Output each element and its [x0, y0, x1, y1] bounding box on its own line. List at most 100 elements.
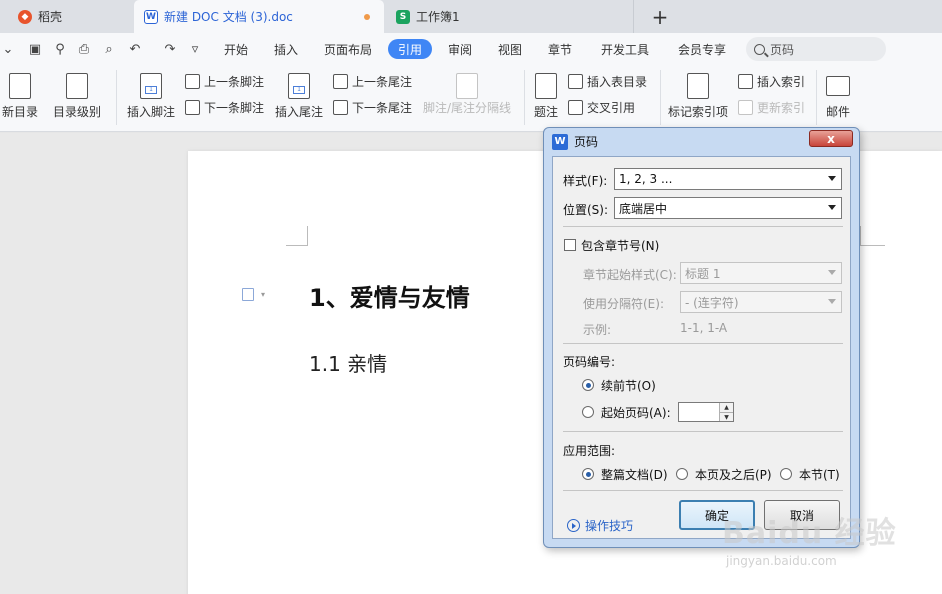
prev-endnote-button[interactable]: 上一条尾注 [333, 73, 412, 90]
heading-2[interactable]: 1.1 亲情 [309, 348, 387, 377]
spreadsheet-icon: S [396, 9, 410, 24]
mark-index-label: 标记索引项 [667, 105, 728, 119]
toc-level-button[interactable]: 目录级别 [48, 73, 106, 120]
undo-icon[interactable]: ↶ [127, 41, 143, 57]
insert-index-label: 插入索引 [757, 75, 806, 89]
chevron-down-icon [828, 270, 836, 275]
tab-bar: ◆ 稻壳 W 新建 DOC 文档 (3).doc S 工作簿1 + [0, 0, 942, 33]
print-preview-icon[interactable]: ⌕ [101, 41, 117, 57]
menu-home[interactable]: 开始 [224, 39, 248, 59]
menu-section[interactable]: 章节 [548, 39, 572, 59]
format-painter-icon[interactable]: ⚲ [52, 41, 68, 57]
redo-icon[interactable]: ↷ [162, 41, 178, 57]
toc-level-label: 目录级别 [52, 105, 101, 119]
cross-reference-button[interactable]: 交叉引用 [568, 99, 635, 116]
insert-figure-table-button[interactable]: 插入表目录 [568, 73, 647, 90]
mark-index-button[interactable]: 标记索引项 [666, 73, 730, 120]
position-select[interactable]: 底端居中 [614, 197, 842, 219]
scope-section-label[interactable]: 本节(T) [799, 466, 840, 483]
ribbon-divider [660, 70, 661, 125]
scope-after-radio[interactable] [676, 468, 688, 480]
scope-section-radio[interactable] [780, 468, 792, 480]
save-icon[interactable]: ▣ [27, 41, 43, 57]
example-value: 1-1, 1-A [680, 321, 728, 335]
mail-icon [826, 76, 850, 96]
note-separator-icon [456, 73, 478, 99]
chevron-down-icon[interactable]: ⌄ [0, 41, 16, 57]
mail-button[interactable]: 邮件 [823, 73, 853, 120]
search-input[interactable]: 页码 [746, 37, 886, 61]
update-index-icon [738, 100, 753, 115]
scope-after-label[interactable]: 本页及之后(P) [695, 466, 772, 483]
update-toc-button[interactable]: 新目录 [0, 73, 40, 120]
margin-corner-right [860, 226, 885, 246]
caption-label: 题注 [533, 105, 558, 119]
include-chapter-label[interactable]: 包含章节号(N) [581, 237, 659, 254]
menu-developer[interactable]: 开发工具 [601, 39, 649, 59]
menu-review[interactable]: 审阅 [448, 39, 472, 59]
prev-endnote-label: 上一条尾注 [352, 75, 413, 89]
tips-label: 操作技巧 [585, 519, 634, 533]
print-icon[interactable]: ⎙ [76, 41, 92, 57]
caption-button[interactable]: 题注 [531, 73, 561, 120]
menu-member[interactable]: 会员专享 [678, 39, 726, 59]
insert-footnote-button[interactable]: 1 插入脚注 [124, 73, 178, 120]
insert-index-button[interactable]: 插入索引 [738, 73, 805, 90]
note-separator-icon-wrap [455, 73, 479, 103]
start-page-stepper[interactable]: ▲ ▼ [678, 402, 734, 422]
insert-endnote-icon: 1 [288, 73, 310, 99]
next-endnote-label: 下一条尾注 [352, 101, 413, 115]
picture-icon [535, 73, 557, 99]
next-endnote-icon [333, 100, 348, 115]
heading-1[interactable]: 1、爱情与友情 [309, 278, 470, 313]
prev-footnote-button[interactable]: 上一条脚注 [185, 73, 264, 90]
position-label: 位置(S): [563, 203, 609, 217]
stepper-buttons[interactable]: ▲ ▼ [719, 403, 733, 421]
paragraph-handle-chevron-icon[interactable]: ▾ [261, 290, 265, 299]
chevron-down-icon [828, 205, 836, 210]
continue-prev-radio[interactable] [582, 379, 594, 391]
separator-value: - (连字符) [685, 295, 739, 310]
menu-view[interactable]: 视图 [498, 39, 522, 59]
next-footnote-label: 下一条脚注 [204, 101, 265, 115]
insert-endnote-button[interactable]: 1 插入尾注 [272, 73, 326, 120]
update-index-button[interactable]: 更新索引 [738, 99, 805, 116]
scope-whole-label[interactable]: 整篇文档(D) [601, 466, 668, 483]
style-select[interactable]: 1, 2, 3 ... [614, 168, 842, 190]
new-tab-button[interactable]: + [650, 0, 670, 33]
menu-insert[interactable]: 插入 [274, 39, 298, 59]
toc-level-icon [66, 73, 88, 99]
start-at-label[interactable]: 起始页码(A): [601, 404, 671, 421]
close-button[interactable]: x [809, 130, 853, 147]
customize-chevron-icon[interactable]: ▿ [187, 41, 203, 57]
divider [563, 431, 843, 432]
menu-references[interactable]: 引用 [388, 39, 433, 59]
dialog-body: 样式(F): 1, 2, 3 ... 位置(S): 底端居中 包含章节号(N) … [552, 156, 851, 539]
separator-select[interactable]: - (连字符) [680, 291, 842, 313]
chapter-style-value: 标题 1 [685, 266, 721, 281]
chevron-up-icon[interactable]: ▲ [720, 403, 733, 412]
chevron-down-icon [828, 176, 836, 181]
tab-docer[interactable]: ◆ 稻壳 [0, 0, 132, 33]
tab-workbook[interactable]: S 工作簿1 [384, 0, 634, 33]
next-footnote-button[interactable]: 下一条脚注 [185, 99, 264, 116]
separator-label: 使用分隔符(E): [583, 297, 664, 311]
position-value: 底端居中 [619, 201, 668, 216]
tab-document[interactable]: W 新建 DOC 文档 (3).doc [134, 0, 384, 33]
chapter-style-select[interactable]: 标题 1 [680, 262, 842, 284]
start-at-radio[interactable] [582, 406, 594, 418]
menu-page-layout[interactable]: 页面布局 [324, 39, 372, 59]
divider [563, 226, 843, 227]
mail-label: 邮件 [825, 105, 850, 119]
scope-whole-radio[interactable] [582, 468, 594, 480]
next-endnote-button[interactable]: 下一条尾注 [333, 99, 412, 116]
cross-reference-icon [568, 100, 583, 115]
tips-link[interactable]: 操作技巧 [567, 517, 633, 534]
continue-prev-label[interactable]: 续前节(O) [601, 377, 656, 394]
update-toc-icon [9, 73, 31, 99]
next-footnote-icon [185, 100, 200, 115]
include-chapter-checkbox[interactable] [564, 239, 576, 251]
chevron-down-icon[interactable]: ▼ [720, 412, 733, 421]
paragraph-handle-icon[interactable] [242, 288, 254, 301]
insert-footnote-icon: 1 [140, 73, 162, 99]
